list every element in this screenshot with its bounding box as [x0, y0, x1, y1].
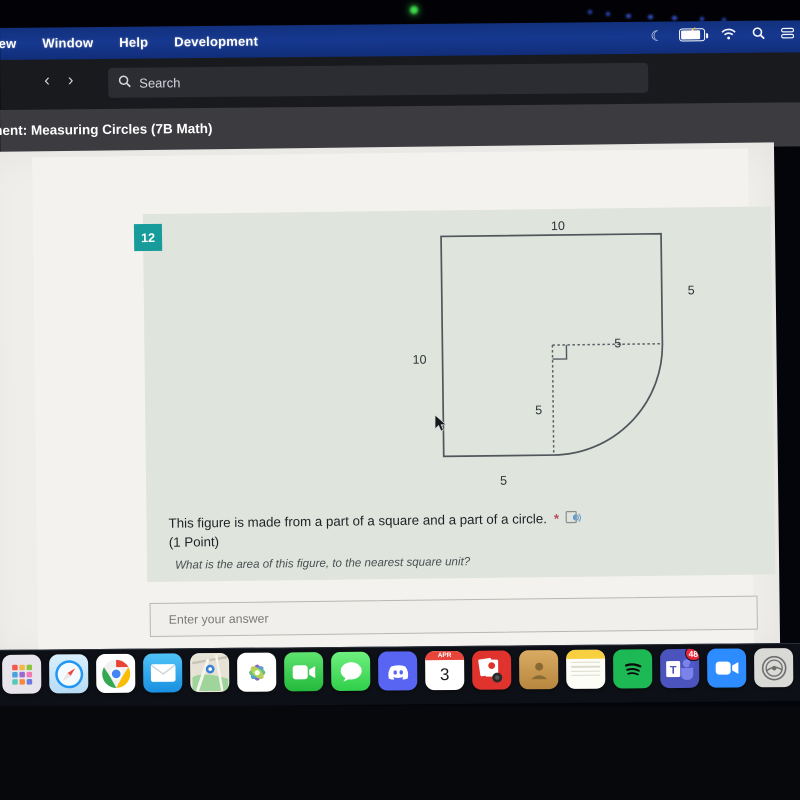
form-page: 12 10 5 10 5 5 5 This figure is made fro…: [0, 142, 781, 660]
dock-item-calendar[interactable]: APR 3: [425, 650, 465, 691]
form-page-inner: 12 10 5 10 5 5 5 This figure is made fro…: [32, 148, 776, 660]
dock-item-safari[interactable]: [49, 654, 89, 694]
wifi-icon[interactable]: [721, 27, 736, 41]
answer-placeholder: Enter your answer: [168, 611, 269, 627]
battery-fill: [681, 30, 701, 40]
question-number-badge: 12: [133, 223, 163, 252]
geometry-figure: 10 5 10 5 5 5: [412, 211, 709, 505]
calendar-month-label: APR: [425, 650, 465, 661]
moon-icon[interactable]: ☾: [650, 27, 663, 43]
dock-item-microsoft-teams[interactable]: T 48: [660, 648, 700, 689]
back-chevron-icon[interactable]: ‹: [44, 71, 50, 90]
dock-item-launchpad[interactable]: [2, 654, 42, 694]
dock-item-messages[interactable]: [331, 651, 371, 692]
figure-label-radius-vertical: 5: [535, 403, 543, 418]
dock-item-spotify[interactable]: [613, 649, 653, 689]
immersive-reader-icon[interactable]: [566, 510, 583, 525]
below-screen-area: [0, 706, 800, 800]
macos-dock: APR 3 T 48: [0, 642, 800, 708]
figure-label-radius-horizontal: 5: [614, 336, 622, 351]
page-title: nent: Measuring Circles (7B Math): [0, 120, 213, 139]
svg-text:T: T: [669, 664, 676, 676]
dock-item-facetime[interactable]: [284, 652, 324, 692]
figure-label-bottom: 5: [499, 473, 508, 488]
dock-item-zoom[interactable]: [707, 648, 747, 688]
question-prompt-block: This figure is made from a part of a squ…: [168, 507, 749, 572]
notes-lines: [566, 659, 605, 689]
menu-item-help[interactable]: Help: [119, 35, 148, 50]
mouse-cursor: [434, 414, 448, 434]
notes-header-strip: [566, 649, 606, 659]
dock-item-discord[interactable]: [378, 651, 418, 691]
figure-label-right: 5: [687, 283, 695, 298]
dock-item-disc-app[interactable]: [754, 647, 794, 688]
navigation-arrows: ‹ ›: [44, 70, 74, 90]
figure-label-top: 10: [550, 218, 565, 234]
dock-item-photo-booth[interactable]: [472, 650, 512, 690]
figure-label-left: 10: [412, 352, 427, 367]
menu-item-development[interactable]: Development: [174, 34, 258, 50]
control-center-icon[interactable]: [780, 27, 795, 41]
answer-input[interactable]: Enter your answer: [149, 595, 758, 638]
menu-bar-items: View Window Help Development: [0, 34, 258, 52]
search-placeholder: Search: [139, 74, 181, 91]
question-card: 12 10 5 10 5 5 5 This figure is made fro…: [133, 206, 776, 583]
search-icon: [118, 75, 131, 91]
radius-horizontal-dotted: [552, 342, 663, 346]
dock-item-photos[interactable]: [237, 652, 277, 692]
dock-item-chrome[interactable]: [96, 653, 136, 694]
radius-vertical-dotted: [551, 345, 555, 456]
search-input[interactable]: Search: [108, 62, 649, 98]
right-angle-marker: [552, 344, 568, 360]
forward-chevron-icon[interactable]: ›: [68, 70, 74, 89]
menu-item-view[interactable]: View: [0, 36, 16, 51]
teams-notification-badge: 48: [684, 648, 700, 661]
question-subprompt: What is the area of this figure, to the …: [174, 554, 471, 572]
dock-item-maps[interactable]: [190, 652, 230, 693]
dock-item-notes[interactable]: [566, 649, 606, 689]
spotlight-search-icon[interactable]: [752, 27, 765, 42]
required-asterisk: *: [553, 511, 560, 527]
calendar-day-label: 3: [439, 664, 450, 685]
dock-items: APR 3 T 48: [2, 647, 800, 694]
dock-item-contacts[interactable]: [519, 650, 559, 690]
menu-bar-status-items: ☾ ⚡: [650, 26, 795, 43]
figure-svg: [440, 232, 664, 458]
battery-charging-icon[interactable]: ⚡: [679, 28, 706, 42]
screen-photo: View Window Help Development ☾ ⚡ ‹: [0, 0, 800, 800]
menu-item-window[interactable]: Window: [42, 35, 93, 50]
dock-item-mail[interactable]: [143, 653, 183, 693]
